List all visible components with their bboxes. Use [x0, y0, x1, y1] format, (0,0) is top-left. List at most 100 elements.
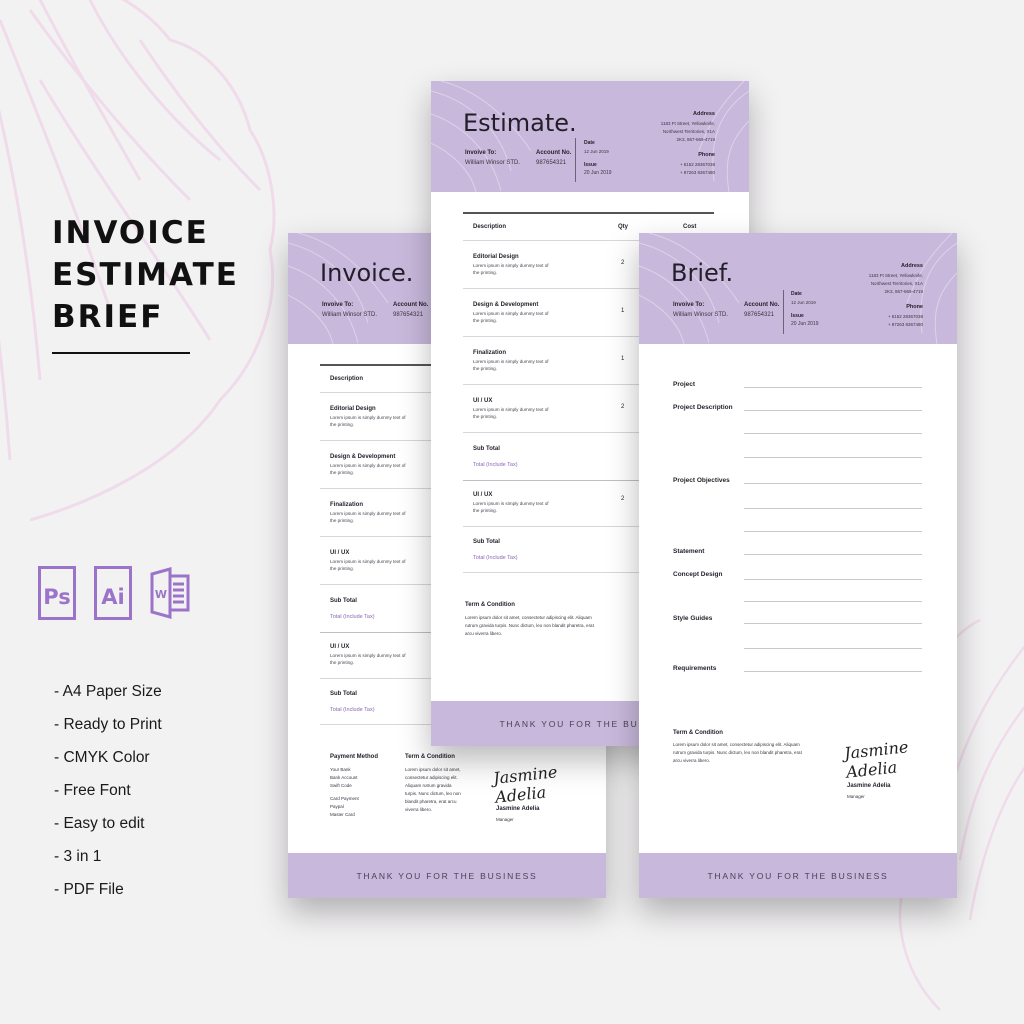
item-title: Design & Development [330, 454, 396, 460]
brief-field-project: Project [673, 381, 696, 388]
phone-line: + 6152 28367038 [887, 314, 923, 319]
total-include-tax: Total (Include Tax) [330, 707, 375, 713]
brief-field-concept-design: Concept Design [673, 571, 723, 578]
item-title: UI / UX [473, 492, 493, 498]
header-flower-decoration [639, 233, 740, 344]
product-title-line: BRIEF [52, 299, 164, 335]
project-description-input-line[interactable] [744, 410, 922, 411]
account-number: 987654321 [536, 160, 567, 166]
item-desc: Lorem ipsum is simply dummy text of the … [330, 415, 406, 427]
brief-field-requirements: Requirements [673, 665, 717, 672]
address-line: 2K3, 867-669-4719 [676, 137, 715, 142]
feature-item: - Free Font [54, 782, 131, 799]
style-guides-input-line[interactable] [744, 623, 922, 624]
phone-line: + 6152 28367038 [679, 162, 715, 167]
signer-role: Manager [847, 794, 865, 799]
phone-line: + 87263 8367480 [887, 322, 923, 327]
item-qty: 1 [621, 356, 625, 362]
invoice-to-label: Invoive To: [322, 302, 354, 308]
signer-name: Jasmine Adelia [496, 806, 540, 812]
account-label: Account No. [744, 302, 780, 308]
feature-item: - Easy to edit [54, 815, 145, 832]
project-objectives-input-line[interactable] [744, 483, 922, 484]
invoice-footer: THANK YOU FOR THE BUSINESS [288, 853, 606, 898]
photoshop-icon: Ps [38, 566, 76, 620]
subtotal-label: Sub Total [473, 539, 500, 545]
client-name: William Winsor STD. [465, 160, 520, 166]
item-title: Finalization [473, 350, 506, 356]
payment-line: Paypal [330, 804, 344, 809]
brief-field-style-guides: Style Guides [673, 615, 713, 622]
payment-line: Bank Account [330, 775, 358, 780]
estimate-title: Estimate. [463, 109, 577, 137]
table-top-rule [463, 212, 714, 214]
payment-line: Card Payment [330, 796, 359, 801]
date-value: 12 Jun 2019 [791, 300, 816, 305]
phone-label: Phone [906, 304, 923, 310]
invoice-title: Invoice. [320, 259, 414, 287]
signer-role: Manager [496, 817, 514, 822]
header-divider [575, 138, 576, 182]
project-description-input-line[interactable] [744, 433, 922, 434]
product-title-line: INVOICE [52, 215, 209, 251]
payment-line: Master Card [330, 812, 355, 817]
product-title-block: INVOICE ESTIMATE BRIEF [52, 212, 237, 354]
statement-input-line[interactable] [744, 554, 922, 555]
total-include-tax: Total (Include Tax) [330, 614, 375, 620]
term-label: Term & Condition [673, 730, 723, 736]
client-name: William Winsor STD. [673, 312, 728, 318]
signature: Jasmine Adelia [843, 737, 910, 782]
brief-title: Brief. [671, 259, 734, 287]
col-description: Description [330, 376, 364, 382]
issue-value: 20 Jun 2019 [791, 321, 819, 327]
concept-design-input-line[interactable] [744, 579, 922, 580]
phone-line: + 87263 8367480 [679, 170, 715, 175]
account-label: Account No. [393, 302, 429, 308]
col-description: Description [473, 224, 507, 230]
project-objectives-input-line[interactable] [744, 531, 922, 532]
account-number: 987654321 [744, 312, 775, 318]
word-icon: W [150, 566, 190, 620]
term-text: Lorem ipsum dolor sit amet, consectetur … [405, 767, 461, 812]
svg-text:W: W [155, 588, 167, 601]
item-desc: Lorem ipsum is simply dummy text of the … [473, 407, 549, 419]
term-label: Term & Condition [465, 602, 515, 608]
header-divider [783, 290, 784, 334]
col-cost: Cost [683, 224, 697, 230]
subtotal-label: Sub Total [473, 446, 500, 452]
date-value: 12 Jun 2019 [584, 149, 609, 154]
subtotal-label: Sub Total [330, 598, 357, 604]
invoice-to-label: Invoive To: [465, 150, 497, 156]
brief-field-project-objectives: Project Objectives [673, 477, 730, 484]
item-desc: Lorem ipsum is simply dummy text of the … [473, 311, 549, 323]
feature-list: - A4 Paper Size - Ready to Print - CMYK … [54, 675, 162, 906]
issue-label: Issue [791, 313, 804, 319]
item-desc: Lorem ipsum is simply dummy text of the … [330, 653, 406, 665]
item-title: UI / UX [330, 644, 350, 650]
project-objectives-input-line[interactable] [744, 508, 922, 509]
phone-label: Phone [698, 152, 715, 158]
item-desc: Lorem ipsum is simply dummy text of the … [330, 559, 406, 571]
address-line: 1183 Ft Street, Yellowknife, [868, 273, 923, 278]
date-label: Date [791, 291, 802, 297]
project-description-input-line[interactable] [744, 457, 922, 458]
feature-item: - A4 Paper Size [54, 683, 162, 700]
requirements-input-line[interactable] [744, 671, 922, 672]
feature-item: - CMYK Color [54, 749, 150, 766]
item-qty: 2 [621, 496, 625, 502]
project-input-line[interactable] [744, 387, 922, 388]
item-title: Editorial Design [330, 406, 376, 412]
feature-item: - Ready to Print [54, 716, 162, 733]
client-name: William Winsor STD. [322, 312, 377, 318]
item-title: UI / UX [330, 550, 350, 556]
signer-name: Jasmine Adelia [847, 783, 891, 789]
item-desc: Lorem ipsum is simply dummy text of the … [473, 263, 549, 275]
item-title: Finalization [330, 502, 363, 508]
concept-design-input-line[interactable] [744, 601, 922, 602]
item-qty: 2 [621, 404, 625, 410]
style-guides-input-line[interactable] [744, 648, 922, 649]
invoice-to-label: Invoive To: [673, 302, 705, 308]
item-desc: Lorem ipsum is simply dummy text of the … [330, 463, 406, 475]
term-text: Lorem ipsum dolor sit amet, consectetur … [465, 615, 594, 636]
item-qty: 2 [621, 260, 625, 266]
